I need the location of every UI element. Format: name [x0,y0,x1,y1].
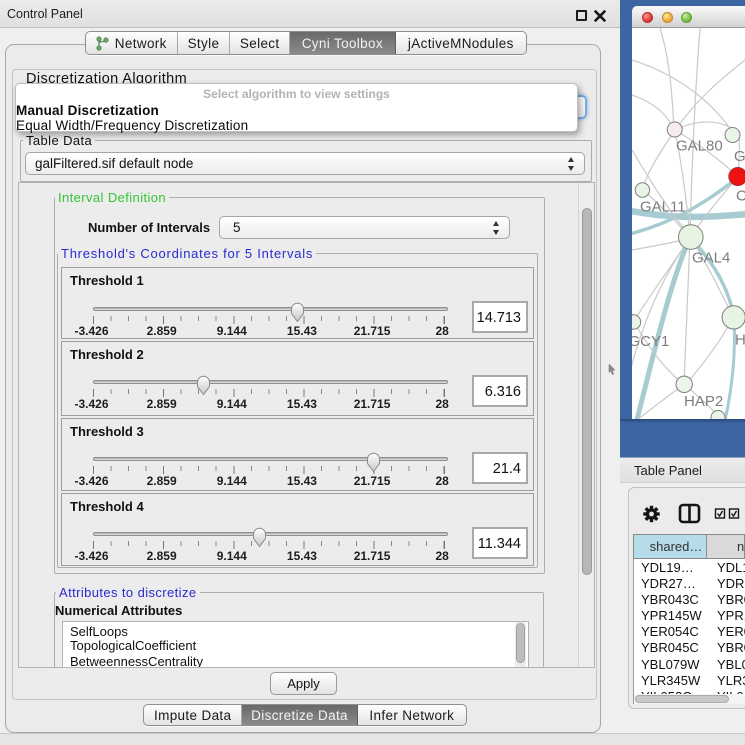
svg-text:GA: GA [734,148,745,165]
svg-text:HAP2: HAP2 [684,393,723,410]
svg-text:GAL80: GAL80 [676,138,723,155]
svg-text:GCY1: GCY1 [632,333,669,350]
svg-text:GAL11: GAL11 [640,199,686,216]
svg-text:GAL4: GAL4 [692,250,730,267]
svg-text:H: H [735,332,745,349]
svg-text:C: C [736,188,745,205]
